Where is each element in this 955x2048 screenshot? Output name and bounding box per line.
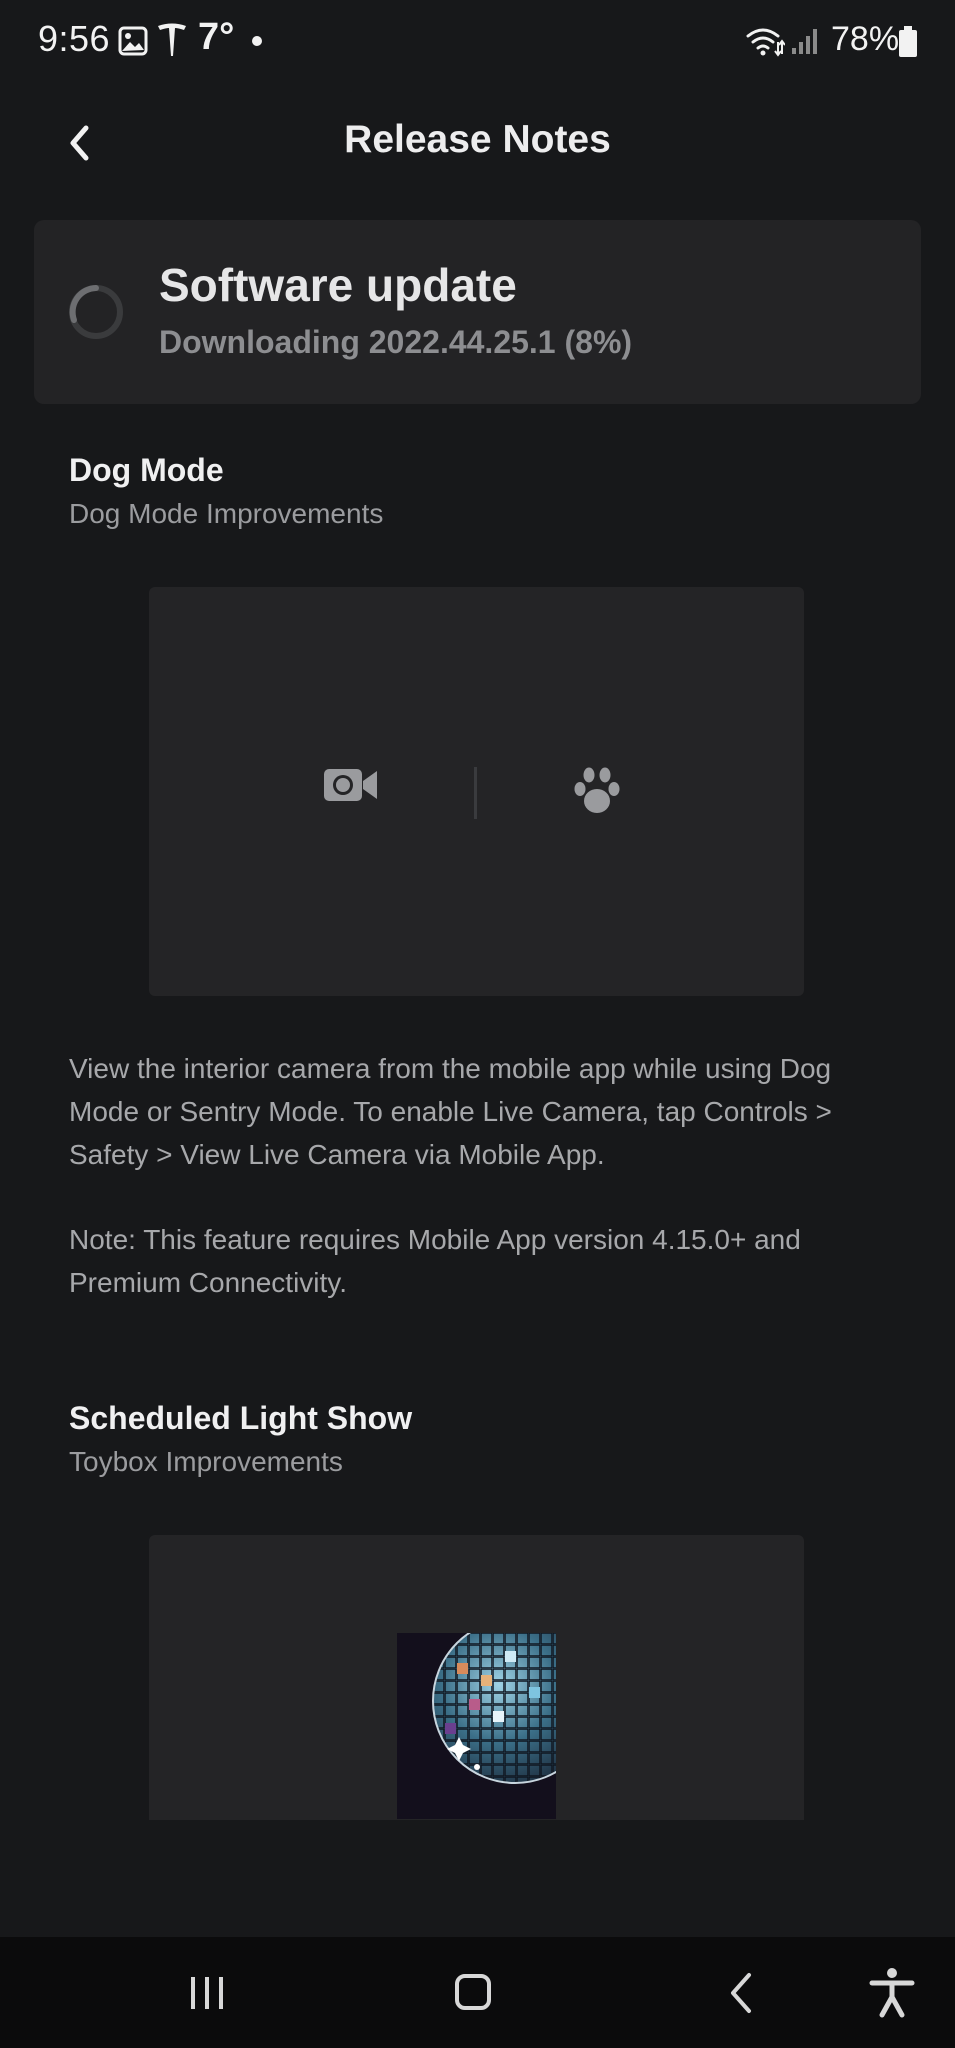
status-bar: 9:56 7° 78%: [0, 0, 955, 84]
media-divider: [474, 767, 477, 819]
update-status: Downloading 2022.44.25.1 (8%): [159, 324, 633, 360]
wifi-icon: [746, 28, 785, 57]
tesla-icon: [158, 23, 186, 56]
accessibility-button[interactable]: [862, 1963, 922, 2023]
dog-mode-description: View the interior camera from the mobile…: [69, 1053, 832, 1170]
section-subtitle-dog-mode: Dog Mode Improvements: [69, 498, 384, 529]
section-title-light-show: Scheduled Light Show: [69, 1400, 413, 1436]
header: Release Notes: [0, 100, 955, 186]
signal-icon: [792, 29, 817, 54]
back-nav-button[interactable]: [713, 1963, 773, 2023]
status-time: 9:56: [38, 18, 111, 59]
gallery-icon: [118, 26, 148, 56]
loading-spinner-icon: [69, 285, 123, 339]
dog-mode-media: [149, 587, 804, 996]
home-button[interactable]: [443, 1963, 503, 2023]
notification-dot: [252, 36, 262, 46]
disco-ball-image: [397, 1633, 556, 1819]
recent-apps-button[interactable]: [177, 1963, 237, 2023]
page-title: Release Notes: [344, 118, 611, 161]
camera-icon: [324, 769, 377, 801]
navigation-bar: [0, 1937, 955, 2048]
battery-icon: [899, 26, 917, 57]
status-temperature: 7°: [198, 16, 235, 58]
battery-percent: 78%: [831, 20, 900, 58]
section-subtitle-light-show: Toybox Improvements: [69, 1446, 343, 1477]
software-update-card: Software update Downloading 2022.44.25.1…: [34, 220, 921, 404]
update-title: Software update: [159, 259, 517, 311]
light-show-media: [149, 1535, 804, 1820]
paw-icon: [574, 767, 620, 813]
dog-mode-note: Note: This feature requires Mobile App v…: [69, 1224, 801, 1298]
section-title-dog-mode: Dog Mode: [69, 452, 224, 488]
